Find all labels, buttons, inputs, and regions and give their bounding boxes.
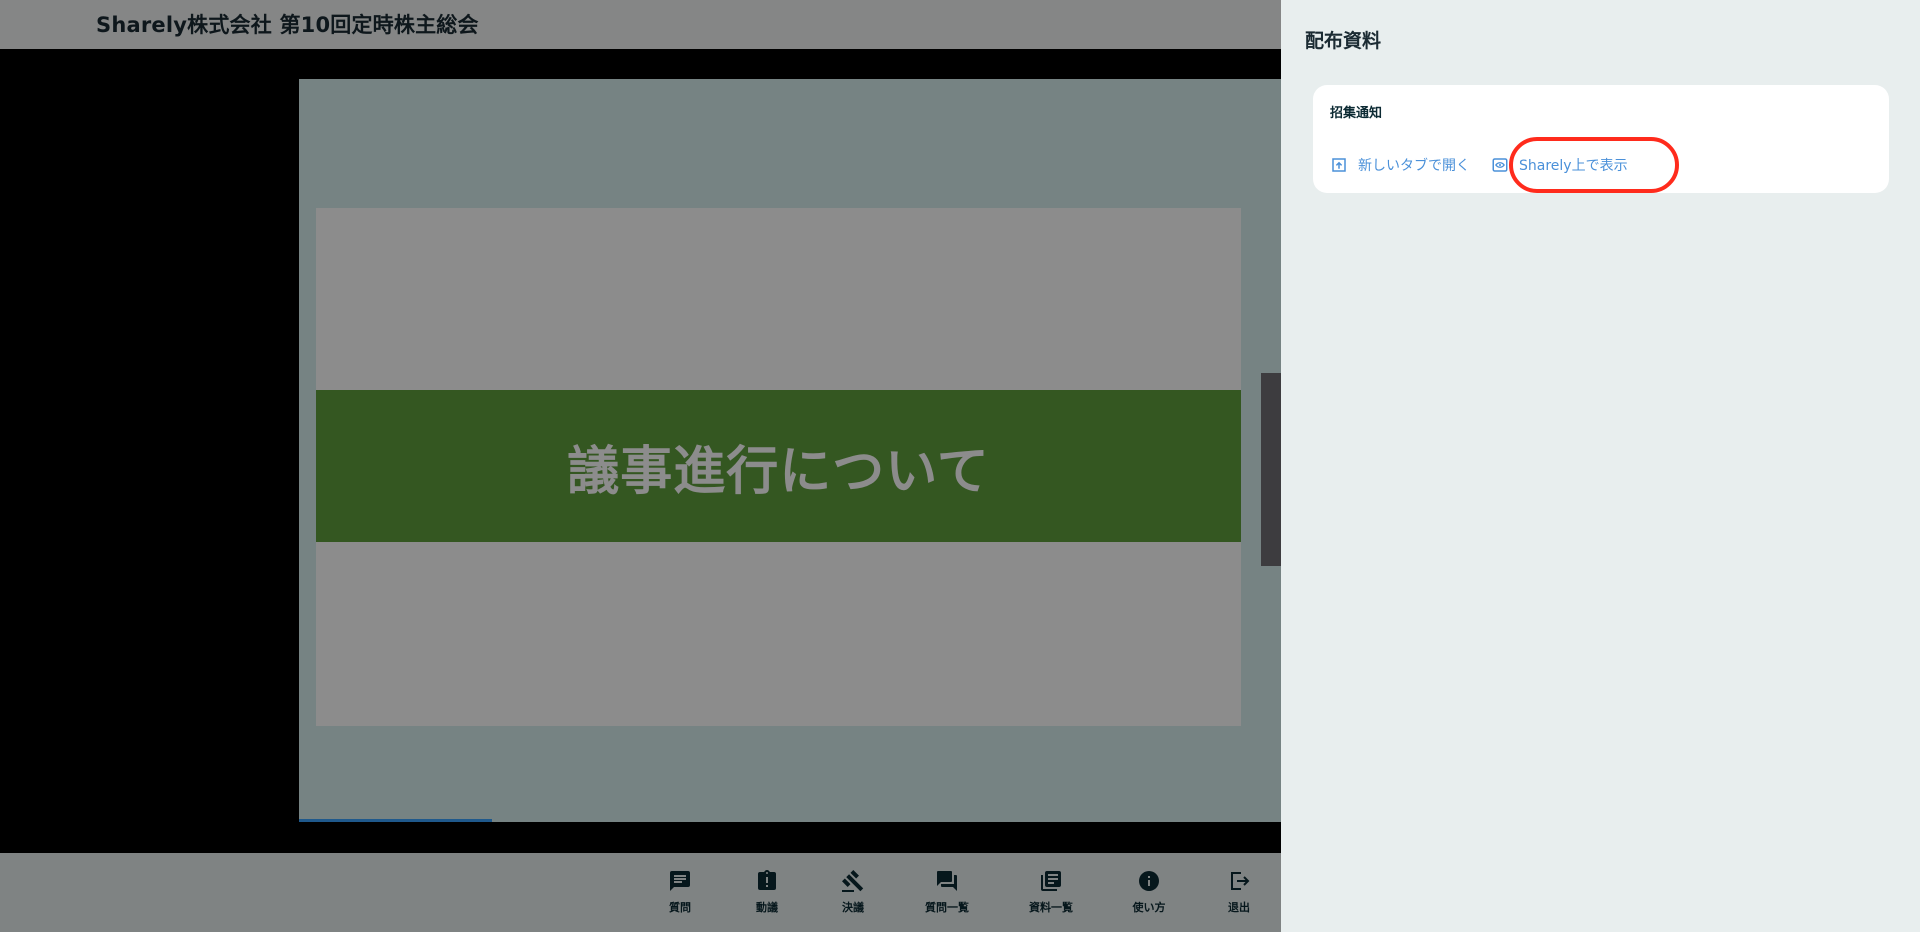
documents-drawer: 配布資料 招集通知 新しいタブで開く Sharely上で表示 bbox=[1281, 0, 1920, 932]
view-on-sharely-label: Sharely上で表示 bbox=[1519, 158, 1628, 174]
document-card: 招集通知 新しいタブで開く Sharely上で表示 bbox=[1313, 85, 1889, 193]
open-in-new-icon bbox=[1332, 158, 1346, 172]
open-new-tab-link[interactable]: 新しいタブで開く bbox=[1330, 155, 1470, 175]
modal-backdrop[interactable] bbox=[0, 0, 1281, 932]
view-on-sharely-link[interactable]: Sharely上で表示 bbox=[1491, 155, 1628, 175]
eye-view-icon bbox=[1492, 158, 1508, 172]
drawer-title: 配布資料 bbox=[1305, 30, 1382, 52]
document-name: 招集通知 bbox=[1330, 106, 1383, 121]
open-new-tab-label: 新しいタブで開く bbox=[1358, 158, 1470, 174]
